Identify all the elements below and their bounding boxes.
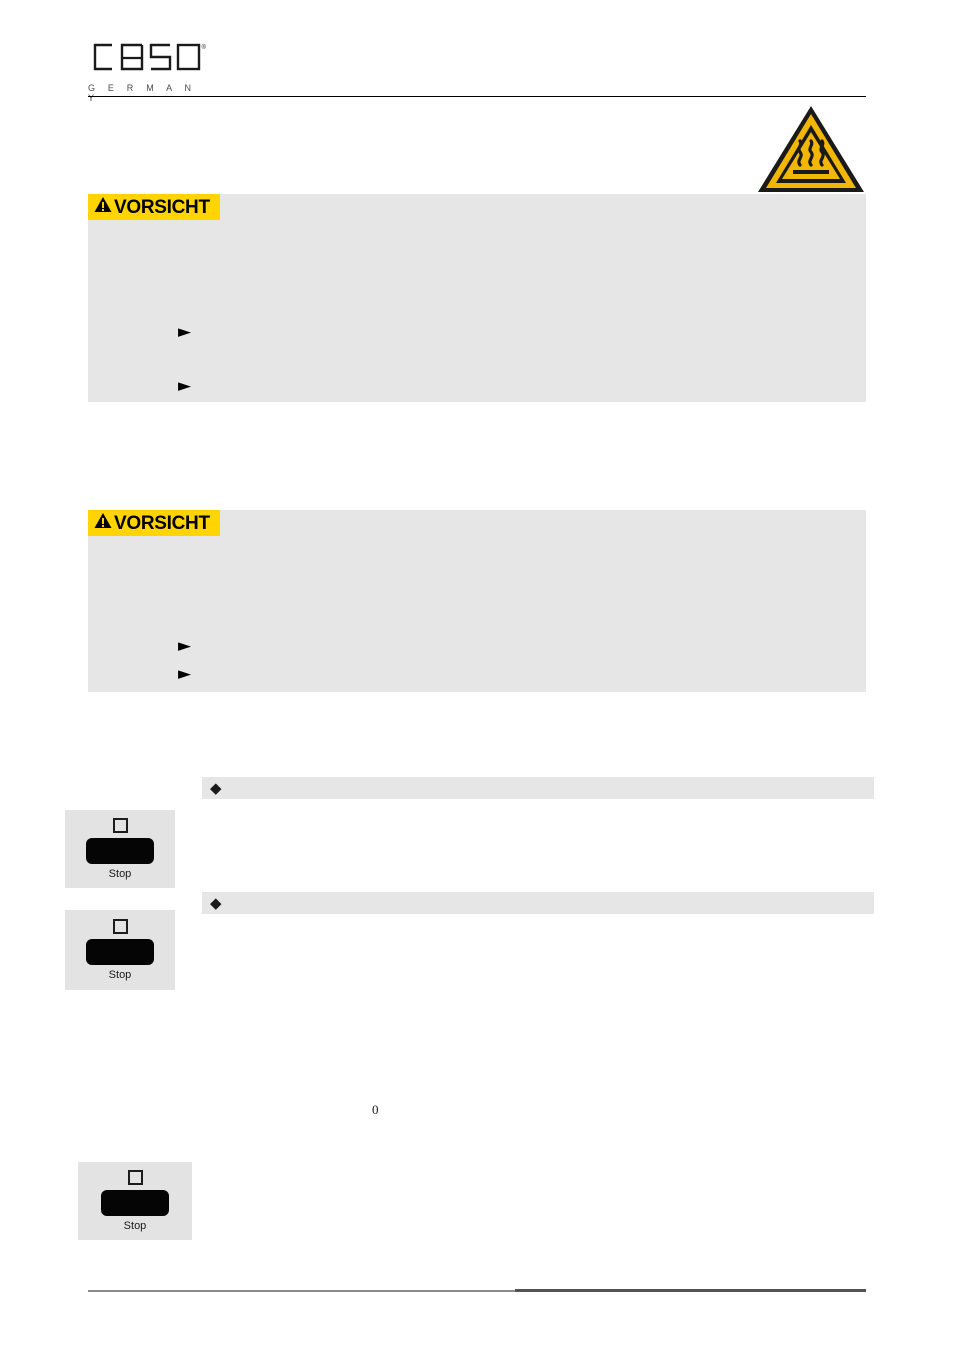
warning-box-caution-1: VORSICHT ► ► [88,194,866,402]
caution-badge: VORSICHT [88,194,220,220]
diamond-bullet-icon: ◆ [210,893,222,912]
bullet-arrow-icon: ► [178,376,192,396]
document-page: ® G E R M A N Y VORSICHT ► ► VORSICHT ► … [0,0,954,1350]
stop-key-button[interactable] [101,1190,169,1216]
caution-badge-label: VORSICHT [114,196,210,218]
header-divider [88,96,866,97]
stop-button-panel[interactable]: Stop [65,910,175,990]
brand-subtitle: G E R M A N Y [88,83,197,103]
stop-button-label: Stop [108,969,132,981]
stop-button-panel[interactable]: Stop [65,810,175,888]
bullet-arrow-icon: ► [178,664,192,684]
caso-logo-icon: ® [88,40,206,76]
caution-badge-label: VORSICHT [114,512,210,534]
caution-badge: VORSICHT [88,510,220,536]
warning-triangle-icon [94,512,112,534]
section-heading-bar: ◆ [202,892,874,914]
stop-key-button[interactable] [86,838,154,864]
square-stop-icon [112,919,128,934]
footer-divider-right [515,1289,866,1292]
hot-surface-warning-icon [755,103,867,195]
warning-triangle-icon [94,196,112,218]
stop-button-label: Stop [108,868,132,880]
stop-key-button[interactable] [86,939,154,965]
section-heading-bar: ◆ [202,777,874,799]
brand-logo: ® G E R M A N Y [88,40,206,103]
stop-button-panel[interactable]: Stop [78,1162,192,1240]
bullet-arrow-icon: ► [178,322,192,342]
diamond-bullet-icon: ◆ [210,778,222,797]
square-stop-icon [127,1170,143,1185]
square-stop-icon [112,818,128,833]
bullet-arrow-icon: ► [178,636,192,656]
warning-box-caution-2: VORSICHT ► ► [88,510,866,692]
footer-divider-left [88,1290,515,1292]
stop-button-label: Stop [123,1220,147,1232]
stray-numeral: 0 [372,1102,379,1117]
svg-text:®: ® [202,44,207,51]
